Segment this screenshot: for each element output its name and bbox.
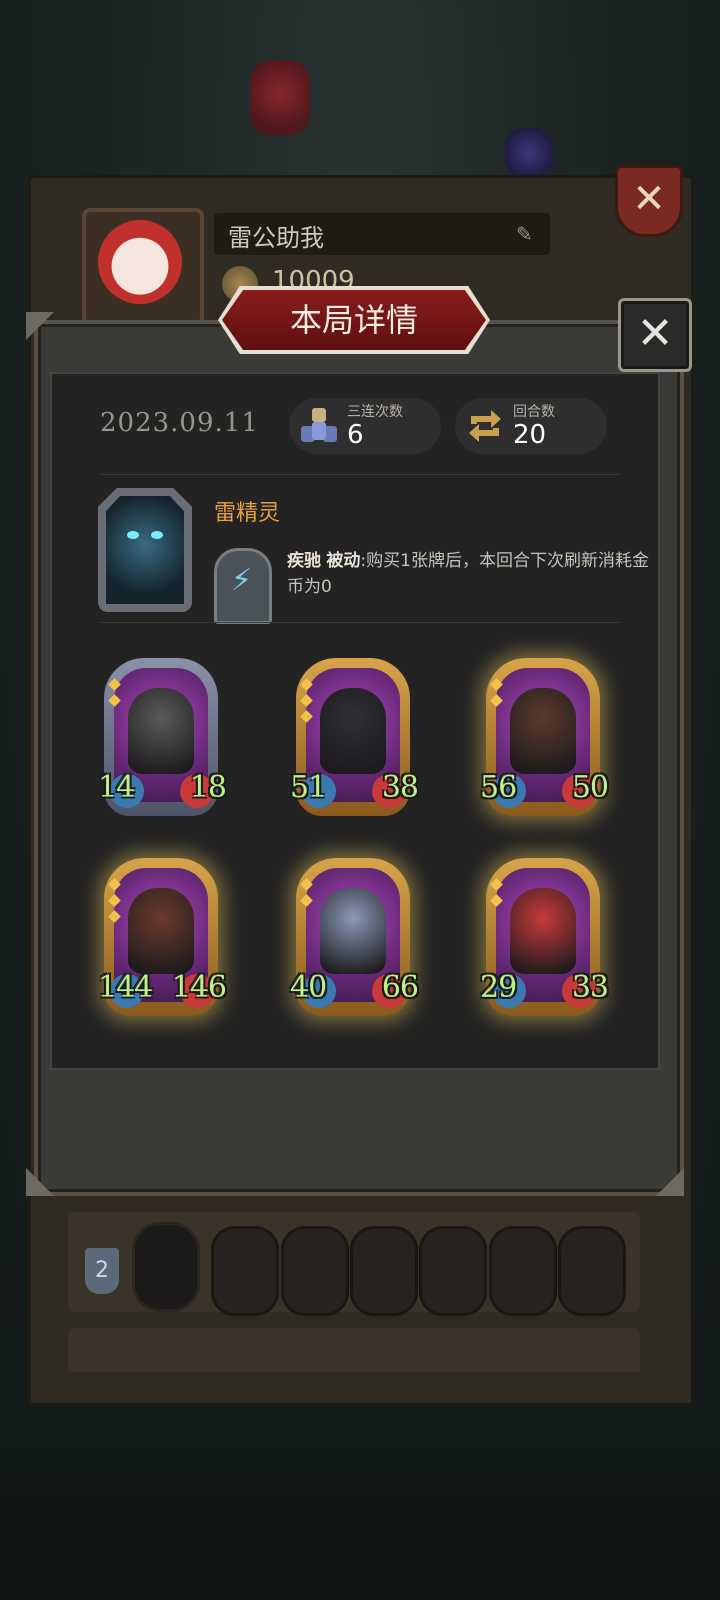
triple-icon: [301, 408, 337, 442]
minion-card[interactable]: 144 146: [98, 858, 227, 1018]
row-card: [558, 1226, 626, 1316]
card-attack: 144: [98, 970, 153, 1005]
match-date: 2023.09.11: [100, 408, 259, 438]
modal-title: 本局详情: [289, 301, 418, 339]
row-card: [489, 1226, 557, 1316]
minion-card[interactable]: 51 38: [290, 658, 419, 818]
minion-card[interactable]: 40 66: [290, 858, 419, 1018]
player-name: 雷公助我: [228, 224, 324, 252]
rounds-value: 20: [513, 420, 547, 450]
card-health: 146: [171, 970, 227, 1005]
minion-figure: [128, 688, 194, 774]
card-health: 33: [571, 970, 609, 1005]
minion-card[interactable]: 14 18: [98, 658, 227, 818]
card-attack: 56: [480, 770, 517, 805]
triple-count-label: 三连次数: [347, 404, 403, 420]
hero-skill-icon[interactable]: ⚡: [214, 548, 272, 624]
card-health: 50: [571, 770, 609, 805]
divider: [100, 622, 620, 623]
edit-pencil-icon[interactable]: ✎: [516, 222, 538, 246]
skill-type: 被动: [326, 551, 361, 571]
profile-close-button[interactable]: ✕: [615, 165, 683, 237]
red-lantern: [250, 60, 310, 135]
triple-count-stat: 三连次数 6: [289, 398, 441, 454]
card-health: 66: [381, 970, 419, 1005]
match-history-row[interactable]: [68, 1328, 640, 1372]
rank-badge: 2: [85, 1248, 119, 1294]
skill-name: 疾驰: [287, 551, 321, 571]
hero-name: 雷精灵: [214, 501, 281, 526]
hero-eyes-icon: [127, 531, 163, 539]
row-card: [281, 1226, 349, 1316]
minion-figure: [320, 688, 386, 774]
lightning-icon: ⚡: [231, 563, 253, 598]
card-attack: 14: [98, 770, 135, 805]
minion-figure: [510, 888, 576, 974]
card-health: 18: [189, 770, 227, 805]
card-attack: 29: [480, 970, 517, 1005]
rounds-label: 回合数: [513, 404, 555, 420]
minion-figure: [510, 688, 576, 774]
floor: [0, 1400, 720, 1600]
player-avatar[interactable]: [98, 220, 182, 304]
minion-figure: [128, 888, 194, 974]
triple-count-value: 6: [347, 420, 364, 450]
hero-skill-description: 疾驰 被动:购买1张牌后，本回合下次刷新消耗金币为0: [287, 548, 657, 600]
card-attack: 51: [290, 770, 327, 805]
card-attack: 40: [290, 970, 327, 1005]
row-card: [350, 1226, 418, 1316]
hero-portrait[interactable]: [98, 488, 192, 612]
rounds-icon: [469, 410, 501, 442]
rounds-stat: 回合数 20: [455, 398, 607, 454]
row-hero-portrait: [132, 1222, 200, 1312]
card-health: 38: [381, 770, 419, 805]
row-card: [211, 1226, 279, 1316]
purple-lantern: [505, 128, 553, 178]
close-button[interactable]: ✕: [618, 298, 692, 372]
title-ribbon: 本局详情: [218, 286, 490, 354]
close-icon: ✕: [636, 308, 674, 359]
minion-card[interactable]: 56 50: [480, 658, 609, 818]
minion-figure: [320, 888, 386, 974]
minion-card[interactable]: 29 33: [480, 858, 609, 1018]
row-card: [419, 1226, 487, 1316]
divider: [100, 474, 620, 475]
